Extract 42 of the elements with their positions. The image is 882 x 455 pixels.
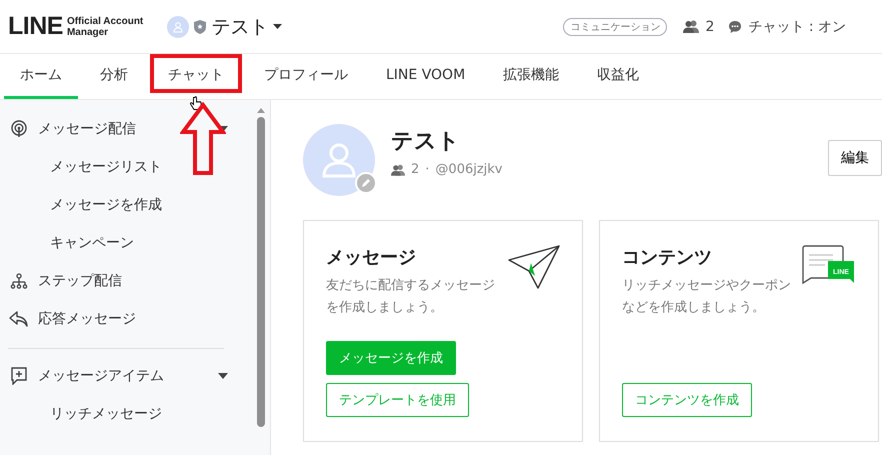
nav-tab[interactable]: プロフィール <box>248 54 364 99</box>
chat-status[interactable]: チャット : オン <box>748 18 846 36</box>
person-silhouette-icon <box>322 142 356 178</box>
caret-icon[interactable] <box>218 373 228 379</box>
friends-icon <box>391 164 405 176</box>
account-avatar-icon <box>167 16 190 38</box>
broadcast-icon <box>10 120 28 138</box>
scroll-up-arrow-icon[interactable] <box>257 108 265 113</box>
nav-tab[interactable]: チャット <box>150 54 242 99</box>
add-message-icon <box>10 367 28 385</box>
nav-tab[interactable]: 収益化 <box>581 54 656 99</box>
sidebar-item[interactable]: メッセージアイテム <box>38 367 164 385</box>
sidebar-item[interactable]: メッセージ配信 <box>38 120 136 138</box>
friends-count: 2 <box>705 18 714 34</box>
nav-tab[interactable]: LINE VOOM <box>370 54 482 99</box>
sidebar-item[interactable]: ステップ配信 <box>38 272 122 290</box>
sidebar-subitem[interactable]: メッセージを作成 <box>8 186 252 224</box>
card-description: リッチメッセージやクーポンなどを作成しましょう。 <box>622 277 792 317</box>
edit-button[interactable]: 編集 <box>828 140 882 176</box>
sidebar-subitem[interactable]: キャンペーン <box>8 224 252 262</box>
sidebar-item[interactable]: 応答メッセージ <box>38 310 136 328</box>
reply-icon <box>9 311 29 327</box>
sidebar-subitem[interactable]: リッチメッセージ <box>8 395 252 433</box>
caret-icon[interactable] <box>218 126 228 132</box>
plan-badge: コミュニケーション <box>563 18 668 36</box>
card-description: 友だちに配信するメッセージを作成しましょう。 <box>326 277 496 317</box>
chat-bubble-icon <box>728 20 742 34</box>
shield-icon <box>194 20 206 34</box>
friends-count: 2 <box>411 162 420 177</box>
card-title: コンテンツ <box>622 246 713 269</box>
separator: · <box>425 162 430 177</box>
card-title: メッセージ <box>326 246 417 269</box>
account-name: テスト <box>391 128 461 156</box>
sidebar-subitem[interactable]: メッセージリスト <box>8 148 252 186</box>
hierarchy-icon <box>10 273 28 289</box>
nav-tab[interactable]: 拡張機能 <box>487 54 576 99</box>
account-switcher[interactable]: テスト <box>211 14 268 40</box>
nav-tab[interactable]: 分析 <box>84 54 144 99</box>
friends-icon <box>683 20 700 33</box>
caret-icon[interactable] <box>273 24 282 29</box>
paper-plane-icon <box>508 245 560 289</box>
account-id: @006jzjkv <box>435 162 503 177</box>
